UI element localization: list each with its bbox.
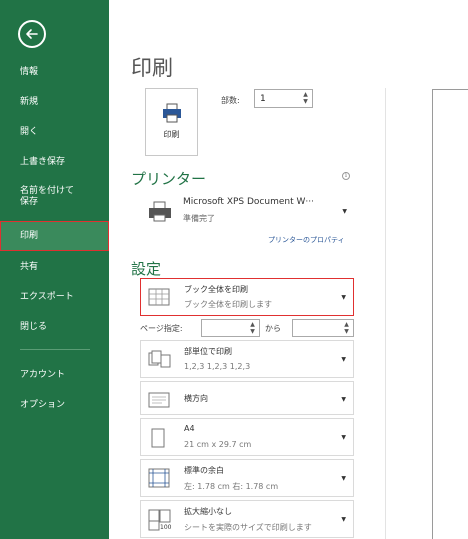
info-icon[interactable]: i xyxy=(342,172,350,180)
printer-icon xyxy=(162,103,182,127)
page-orientation-icon xyxy=(148,389,170,413)
page-title: 印刷 xyxy=(131,56,173,80)
printer-section-heading: プリンター xyxy=(131,170,207,188)
backstage-sidebar: 情報 新規 開く 上書き保存 名前を付けて 保存 印刷 共有 エクスポート 閉じ… xyxy=(0,0,109,539)
sidebar-divider xyxy=(20,349,90,350)
sidebar-item-new[interactable]: 新規 xyxy=(0,97,109,108)
print-scope-title: ブック全体を印刷 xyxy=(184,285,248,294)
print-scope-dropdown[interactable]: ブック全体を印刷 ブック全体を印刷します ▼ xyxy=(140,278,354,316)
back-arrow-icon[interactable] xyxy=(18,20,46,48)
chevron-down-icon: ▼ xyxy=(341,396,346,403)
margins-title: 標準の余白 xyxy=(184,466,224,475)
page-range-row: ページ指定: ▲ ▼ から ▲ ▼ xyxy=(140,318,355,338)
printer-name: Microsoft XPS Document W··· xyxy=(183,197,314,207)
chevron-down-icon: ▼ xyxy=(341,516,346,523)
sheet-grid-icon xyxy=(148,287,170,311)
printer-status: 準備完了 xyxy=(183,214,215,223)
collate-icon xyxy=(148,350,172,372)
sidebar-item-account[interactable]: アカウント xyxy=(0,370,109,381)
pages-label: ページ指定: xyxy=(140,324,183,333)
scaling-dropdown[interactable]: 100 拡大縮小なし シートを実際のサイズで印刷します ▼ xyxy=(140,500,354,538)
spin-arrows-icon[interactable]: ▲ ▼ xyxy=(302,91,309,105)
paper-size-dropdown[interactable]: A4 21 cm x 29.7 cm ▼ xyxy=(140,418,354,456)
page-from-input[interactable]: ▲ ▼ xyxy=(201,319,260,337)
orientation-dropdown[interactable]: 横方向 ▼ xyxy=(140,381,354,415)
collate-subtitle: 1,2,3 1,2,3 1,2,3 xyxy=(184,362,251,371)
scaling-subtitle: シートを実際のサイズで印刷します xyxy=(184,523,312,532)
page-to-input[interactable]: ▲ ▼ xyxy=(292,319,354,337)
sidebar-item-export[interactable]: エクスポート xyxy=(0,292,109,303)
sidebar-item-share[interactable]: 共有 xyxy=(0,262,109,273)
spin-arrows-icon[interactable]: ▲ ▼ xyxy=(249,321,256,335)
scaling-title: 拡大縮小なし xyxy=(184,507,232,516)
chevron-down-icon: ▼ xyxy=(342,208,347,215)
print-button[interactable]: 印刷 xyxy=(145,88,198,156)
scaling-icon: 100 xyxy=(148,509,174,535)
sidebar-item-close[interactable]: 閉じる xyxy=(0,322,109,333)
collate-title: 部単位で印刷 xyxy=(184,347,232,356)
orientation-title: 横方向 xyxy=(184,394,208,403)
chevron-down-icon: ▼ xyxy=(341,356,346,363)
chevron-down-icon: ▼ xyxy=(341,434,346,441)
sidebar-item-save-as[interactable]: 名前を付けて 保存 xyxy=(0,186,109,208)
pages-to-label: から xyxy=(265,324,281,333)
svg-text:100: 100 xyxy=(160,524,172,531)
copies-value: 1 xyxy=(260,94,266,104)
sidebar-item-save[interactable]: 上書き保存 xyxy=(0,157,109,168)
paper-size-subtitle: 21 cm x 29.7 cm xyxy=(184,440,252,449)
margins-icon xyxy=(148,468,170,492)
sidebar-item-print[interactable]: 印刷 xyxy=(0,221,109,251)
panel-divider xyxy=(385,88,386,539)
spin-arrows-icon[interactable]: ▲ ▼ xyxy=(343,321,350,335)
print-scope-subtitle: ブック全体を印刷します xyxy=(184,300,272,309)
chevron-down-icon: ▼ xyxy=(341,475,346,482)
copies-stepper[interactable]: 1 ▲ ▼ xyxy=(254,89,313,108)
printer-dropdown[interactable]: Microsoft XPS Document W··· 準備完了 ▼ xyxy=(140,192,354,230)
paper-size-title: A4 xyxy=(184,424,195,433)
printer-device-icon xyxy=(147,201,173,227)
print-preview-page xyxy=(432,89,468,539)
paper-icon xyxy=(151,428,165,452)
sidebar-item-open[interactable]: 開く xyxy=(0,127,109,138)
printer-properties-link[interactable]: プリンターのプロパティ xyxy=(268,235,345,245)
settings-section-heading: 設定 xyxy=(131,260,162,278)
chevron-down-icon: ▼ xyxy=(341,294,346,301)
print-button-label: 印刷 xyxy=(163,130,180,139)
margins-subtitle: 左: 1.78 cm 右: 1.78 cm xyxy=(184,482,279,491)
sidebar-item-info[interactable]: 情報 xyxy=(0,67,109,78)
copies-label: 部数: xyxy=(221,96,240,105)
sidebar-item-options[interactable]: オプション xyxy=(0,400,109,411)
margins-dropdown[interactable]: 標準の余白 左: 1.78 cm 右: 1.78 cm ▼ xyxy=(140,459,354,497)
collate-dropdown[interactable]: 部単位で印刷 1,2,3 1,2,3 1,2,3 ▼ xyxy=(140,340,354,378)
